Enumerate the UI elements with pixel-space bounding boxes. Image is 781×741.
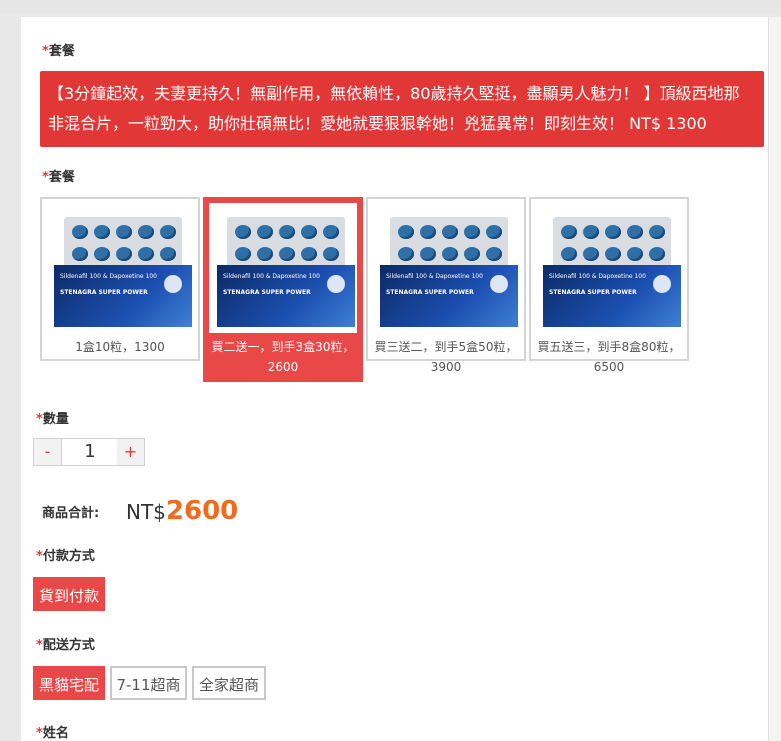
product-box: Sildenafil 100 & Dapoxetine 100 STENAGRA … xyxy=(543,265,681,327)
pill xyxy=(583,247,599,261)
pill xyxy=(442,225,458,239)
package-option-1[interactable]: Sildenafil 100 & Dapoxetine 100 STENAGRA … xyxy=(40,197,200,361)
pill xyxy=(301,247,317,261)
shipping-option-seven-eleven[interactable]: 7-11超商 xyxy=(110,666,187,700)
pill xyxy=(627,247,643,261)
product-box-ingredients: Sildenafil 100 & Dapoxetine 100 xyxy=(386,273,483,280)
pill-blister-pack xyxy=(64,217,182,271)
package-option-2[interactable]: Sildenafil 100 & Dapoxetine 100 STENAGRA … xyxy=(203,197,363,382)
product-box-brand: STENAGRA SUPER POWER xyxy=(386,289,474,296)
product-image: Sildenafil 100 & Dapoxetine 100 STENAGRA … xyxy=(209,203,357,333)
shipping-option-familymart[interactable]: 全家超商 xyxy=(192,666,266,700)
pill xyxy=(649,225,665,239)
brand-logo-icon xyxy=(327,275,345,293)
scroll-strip xyxy=(768,17,781,741)
pill xyxy=(301,225,317,239)
product-box-brand: STENAGRA SUPER POWER xyxy=(549,289,637,296)
product-image: Sildenafil 100 & Dapoxetine 100 STENAGRA … xyxy=(372,203,520,333)
product-image: Sildenafil 100 & Dapoxetine 100 STENAGRA … xyxy=(535,203,683,333)
pill xyxy=(486,247,502,261)
pill xyxy=(583,225,599,239)
pill xyxy=(94,225,110,239)
shipping-option-kuroneko[interactable]: 黑貓宅配 xyxy=(33,666,105,700)
package-option-caption: 買二送一，到手3盒30粒，2600 xyxy=(211,340,355,374)
pill xyxy=(323,225,339,239)
product-box-brand: STENAGRA SUPER POWER xyxy=(60,289,148,296)
brand-logo-icon xyxy=(164,275,182,293)
package-option-caption: 買三送二，到手5盒50粒，3900 xyxy=(374,340,518,374)
pill xyxy=(235,247,251,261)
package-label: *套餐 xyxy=(42,44,75,59)
brand-logo-icon xyxy=(653,275,671,293)
pill xyxy=(72,247,88,261)
promo-banner-text: 【3分鐘起效，夫妻更持久！無副作用，無依賴性，80歲持久堅挺，盡顯男人魅力！ 】… xyxy=(48,84,740,133)
payment-label: *付款方式 xyxy=(36,549,95,564)
pill xyxy=(138,225,154,239)
pill xyxy=(561,247,577,261)
pill xyxy=(442,247,458,261)
top-bar xyxy=(0,0,781,14)
pill xyxy=(235,225,251,239)
pill xyxy=(257,225,273,239)
product-box: Sildenafil 100 & Dapoxetine 100 STENAGRA … xyxy=(217,265,355,327)
pill-blister-pack xyxy=(227,217,345,271)
quantity-decrease-button[interactable]: - xyxy=(34,439,61,465)
quantity-value[interactable]: 1 xyxy=(61,439,119,465)
total-currency: NT$ xyxy=(126,500,166,524)
pill xyxy=(323,247,339,261)
package-option-label: *套餐 xyxy=(42,170,75,185)
pill xyxy=(94,247,110,261)
pill xyxy=(257,247,273,261)
pill xyxy=(72,225,88,239)
package-option-caption: 買五送三，到手8盒80粒，6500 xyxy=(537,340,681,374)
pill xyxy=(398,247,414,261)
brand-logo-icon xyxy=(490,275,508,293)
pill xyxy=(486,225,502,239)
pill xyxy=(138,247,154,261)
pill xyxy=(561,225,577,239)
pill xyxy=(605,225,621,239)
pill xyxy=(464,225,480,239)
pill-blister-pack xyxy=(553,217,671,271)
product-box-ingredients: Sildenafil 100 & Dapoxetine 100 xyxy=(60,273,157,280)
pill xyxy=(420,225,436,239)
pill xyxy=(116,225,132,239)
pill xyxy=(605,247,621,261)
pill xyxy=(649,247,665,261)
pill xyxy=(398,225,414,239)
pill xyxy=(160,247,176,261)
product-box-ingredients: Sildenafil 100 & Dapoxetine 100 xyxy=(223,273,320,280)
shipping-label: *配送方式 xyxy=(36,638,95,653)
package-option-caption: 1盒10粒，1300 xyxy=(75,340,165,354)
product-box-ingredients: Sildenafil 100 & Dapoxetine 100 xyxy=(549,273,646,280)
product-box: Sildenafil 100 & Dapoxetine 100 STENAGRA … xyxy=(380,265,518,327)
product-box: Sildenafil 100 & Dapoxetine 100 STENAGRA … xyxy=(54,265,192,327)
pill xyxy=(420,247,436,261)
pill xyxy=(160,225,176,239)
pill xyxy=(627,225,643,239)
total-price: NT$2600 xyxy=(126,494,238,528)
pill xyxy=(116,247,132,261)
total-label: 商品合計: xyxy=(42,506,100,521)
promo-banner: 【3分鐘起效，夫妻更持久！無副作用，無依賴性，80歲持久堅挺，盡顯男人魅力！ 】… xyxy=(40,71,764,147)
pill xyxy=(464,247,480,261)
quantity-label: *數量 xyxy=(36,412,69,427)
package-option-3[interactable]: Sildenafil 100 & Dapoxetine 100 STENAGRA … xyxy=(366,197,526,374)
product-box-brand: STENAGRA SUPER POWER xyxy=(223,289,311,296)
pill xyxy=(279,225,295,239)
payment-cod-button[interactable]: 貨到付款 xyxy=(33,577,105,611)
quantity-stepper: - 1 + xyxy=(33,438,145,466)
product-image: Sildenafil 100 & Dapoxetine 100 STENAGRA … xyxy=(46,203,194,333)
quantity-increase-button[interactable]: + xyxy=(117,439,144,465)
name-label: *姓名 xyxy=(36,726,69,741)
package-option-4[interactable]: Sildenafil 100 & Dapoxetine 100 STENAGRA … xyxy=(529,197,689,374)
pill xyxy=(279,247,295,261)
pill-blister-pack xyxy=(390,217,508,271)
total-amount: 2600 xyxy=(165,496,239,526)
